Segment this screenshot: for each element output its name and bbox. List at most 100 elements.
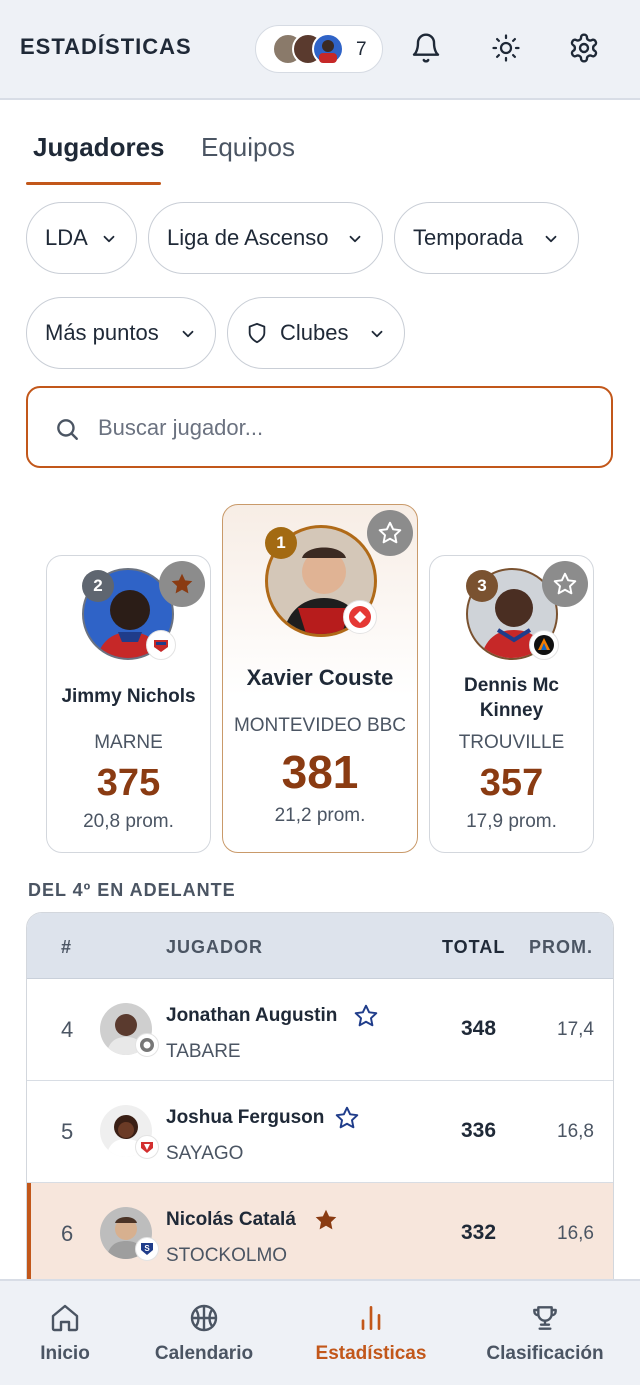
- metric-filter[interactable]: Más puntos: [26, 297, 216, 369]
- chevron-down-icon: [103, 235, 115, 243]
- column-header-player[interactable]: JUGADOR: [166, 937, 263, 958]
- favorite-toggle[interactable]: [313, 1207, 339, 1238]
- nav-clasificacion[interactable]: Clasificación: [480, 1281, 610, 1385]
- follower-avatar: [312, 33, 344, 65]
- shield-icon: [248, 322, 266, 344]
- bar-chart-icon: [355, 1301, 387, 1335]
- player-average: 16,6: [557, 1223, 594, 1244]
- row-rank: 4: [61, 1017, 74, 1042]
- player-average: 16,8: [557, 1121, 594, 1142]
- star-filled-icon: [171, 573, 193, 594]
- top-bar: ESTADÍSTICAS 7: [0, 0, 640, 100]
- division-filter[interactable]: Liga de Ascenso: [148, 202, 383, 274]
- section-title: DEL 4º EN ADELANTE: [28, 880, 236, 900]
- player-team: MARNE: [94, 732, 163, 753]
- team-logo: [135, 1033, 159, 1057]
- basketball-icon: [188, 1301, 220, 1335]
- podium-card-first[interactable]: 1 Xavier Couste MONTEVIDEO BBC 381 21,2 …: [222, 504, 418, 853]
- column-header-rank: #: [61, 937, 73, 957]
- star-icon: [335, 1106, 359, 1129]
- league-filter[interactable]: LDA: [26, 202, 137, 274]
- nav-label: Clasificación: [486, 1343, 604, 1364]
- player-total: 348: [461, 1017, 497, 1040]
- player-name: Nicolás Catalá: [166, 1209, 296, 1230]
- table-row[interactable]: 5 Joshua Ferguson SAYAGO 336 16,8: [27, 1081, 613, 1183]
- player-name: Jimmy Nichols: [61, 686, 196, 707]
- player-average: 20,8 prom.: [83, 811, 174, 832]
- column-header-total[interactable]: TOTAL: [442, 937, 505, 958]
- star-filled-icon: [315, 1209, 337, 1230]
- nav-label: Estadísticas: [315, 1343, 427, 1364]
- team-logo: [146, 630, 176, 660]
- rank-badge: 2: [82, 570, 114, 602]
- season-filter-label: Temporada: [413, 225, 524, 250]
- followers-count: 7: [356, 39, 367, 60]
- search-box[interactable]: [26, 386, 613, 468]
- followers-button[interactable]: 7: [255, 25, 383, 73]
- player-team: TABARE: [166, 1041, 241, 1062]
- tab-equipos[interactable]: Equipos: [201, 132, 295, 163]
- favorite-button[interactable]: [159, 561, 205, 607]
- team-logo: [343, 600, 377, 634]
- player-team: SAYAGO: [166, 1143, 244, 1164]
- player-total: 332: [461, 1221, 497, 1244]
- star-icon: [354, 1004, 378, 1027]
- rank-badge: 1: [265, 527, 297, 559]
- team-logo: S: [135, 1237, 159, 1261]
- division-filter-label: Liga de Ascenso: [167, 225, 329, 250]
- player-average: 21,2 prom.: [274, 805, 366, 826]
- metric-filter-label: Más puntos: [45, 320, 159, 345]
- column-header-average[interactable]: PROM.: [529, 937, 593, 958]
- clubs-filter[interactable]: Clubes: [227, 297, 405, 369]
- season-filter[interactable]: Temporada: [394, 202, 579, 274]
- active-tab-indicator: [26, 182, 161, 185]
- tab-jugadores[interactable]: Jugadores: [33, 132, 165, 163]
- player-name: Jonathan Augustin: [166, 1005, 338, 1026]
- bottom-navigation: Inicio Calendario Estadísticas Clasifica…: [0, 1279, 640, 1385]
- nav-label: Calendario: [154, 1343, 254, 1364]
- clubs-filter-label: Clubes: [280, 320, 349, 345]
- nav-label: Inicio: [40, 1343, 90, 1364]
- player-team: TROUVILLE: [458, 732, 565, 753]
- chevron-down-icon: [371, 330, 383, 338]
- favorite-button[interactable]: [542, 561, 588, 607]
- player-total: 375: [96, 762, 161, 804]
- player-name: Joshua Ferguson: [166, 1107, 325, 1128]
- nav-inicio[interactable]: Inicio: [20, 1281, 110, 1385]
- player-average: 17,9 prom.: [466, 811, 557, 832]
- team-logo: [529, 630, 559, 660]
- player-total: 357: [479, 762, 544, 804]
- nav-estadisticas[interactable]: Estadísticas: [310, 1281, 432, 1385]
- nav-calendario[interactable]: Calendario: [146, 1281, 262, 1385]
- table-header: # JUGADOR TOTAL PROM.: [27, 913, 613, 979]
- table-row-highlighted[interactable]: 6 S Nicolás Catalá STOCKOLMO 332 16,6: [27, 1183, 613, 1285]
- search-icon: [57, 419, 78, 440]
- trophy-icon: [529, 1301, 561, 1335]
- podium-card-third[interactable]: 3 Dennis Mc Kinney TROUVILLE 357 17,9 pr…: [429, 555, 594, 853]
- chevron-down-icon: [182, 330, 194, 338]
- podium-card-second[interactable]: 2 Jimmy Nichols MARNE 375 20,8 prom.: [46, 555, 211, 853]
- team-logo: [135, 1135, 159, 1159]
- chevron-down-icon: [349, 235, 361, 243]
- player-team: STOCKOLMO: [166, 1245, 288, 1266]
- star-icon: [378, 521, 402, 544]
- favorite-toggle[interactable]: [353, 1003, 379, 1034]
- row-rank: 6: [61, 1221, 74, 1246]
- player-team: MONTEVIDEO BBC: [233, 715, 407, 736]
- chevron-down-icon: [545, 235, 557, 243]
- league-filter-label: LDA: [45, 225, 88, 250]
- page-title: ESTADÍSTICAS: [20, 34, 192, 59]
- svg-text:S: S: [144, 1244, 150, 1253]
- row-rank: 5: [61, 1119, 74, 1144]
- gear-icon[interactable]: [566, 30, 602, 66]
- player-name: Xavier Couste: [246, 665, 394, 690]
- favorite-button[interactable]: [367, 510, 413, 556]
- bell-icon[interactable]: [408, 30, 444, 66]
- favorite-toggle[interactable]: [334, 1105, 360, 1136]
- player-average: 17,4: [557, 1019, 594, 1040]
- player-total: 336: [461, 1119, 497, 1142]
- table-row[interactable]: 4 Jonathan Augustin TABARE 348 17,4: [27, 979, 613, 1081]
- search-input[interactable]: [98, 408, 578, 448]
- sun-icon[interactable]: [488, 30, 524, 66]
- player-name: Dennis Mc Kinney: [463, 675, 560, 721]
